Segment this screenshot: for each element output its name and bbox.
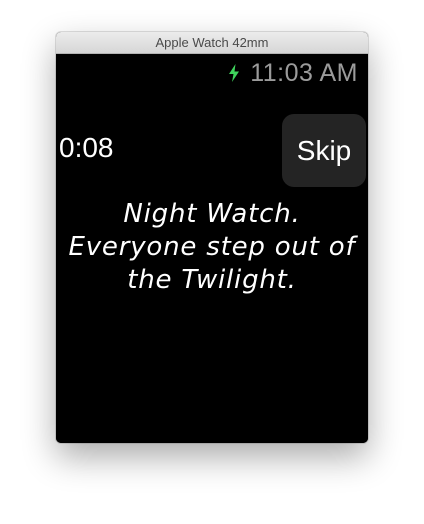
- lightning-bolt-icon: [229, 64, 240, 82]
- message-text: Night Watch. Everyone step out of the Tw…: [68, 199, 356, 295]
- simulator-window: Apple Watch 42mm 11:03 AM 0:08 Skip Nigh…: [56, 32, 368, 443]
- status-clock: 11:03 AM: [250, 58, 358, 87]
- skip-button[interactable]: Skip: [282, 114, 366, 187]
- elapsed-timer: 0:08: [59, 132, 114, 163]
- status-bar: 11:03 AM: [228, 58, 358, 88]
- watch-screen: 11:03 AM 0:08 Skip Night Watch. Everyone…: [56, 54, 368, 443]
- window-title: Apple Watch 42mm: [56, 32, 368, 54]
